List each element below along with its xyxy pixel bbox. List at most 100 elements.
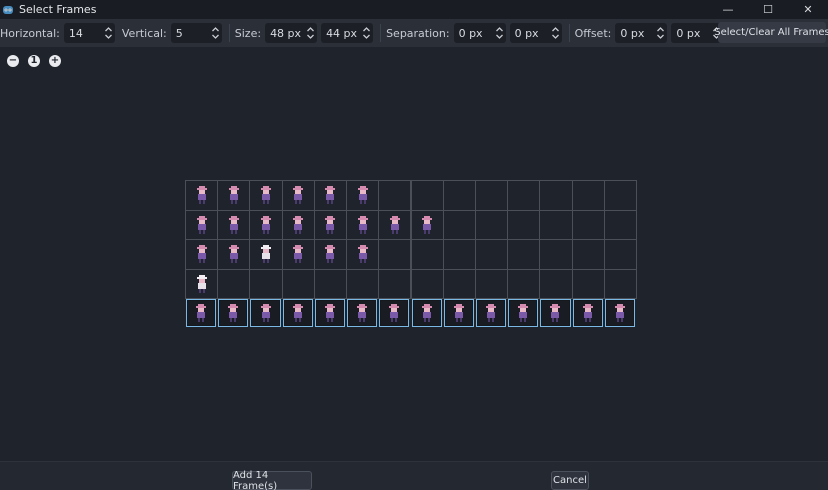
frame-cell[interactable]	[474, 180, 509, 211]
frame-cell[interactable]	[507, 180, 541, 211]
frame-cell[interactable]	[313, 239, 348, 270]
spin-arrows-icon[interactable]	[656, 25, 665, 41]
sprite-frame-image	[486, 304, 497, 323]
frame-cell[interactable]	[474, 239, 509, 270]
frame-cell[interactable]	[539, 180, 573, 211]
selected-frame-cell[interactable]	[218, 299, 249, 327]
frame-cell[interactable]	[571, 180, 605, 211]
frame-cell[interactable]	[313, 180, 348, 211]
frame-cell[interactable]	[410, 239, 444, 270]
frame-cell[interactable]	[474, 268, 509, 300]
frame-cell[interactable]	[313, 209, 348, 241]
zoom-out-icon[interactable]: −	[7, 55, 19, 67]
frame-cell[interactable]	[281, 268, 315, 300]
frame-cell[interactable]	[410, 180, 444, 211]
frame-cell[interactable]	[217, 268, 251, 300]
selected-frame-cell[interactable]	[314, 299, 346, 327]
frame-cell[interactable]	[281, 180, 315, 211]
frame-cell[interactable]	[507, 268, 541, 300]
sprite-frame-image	[228, 245, 239, 264]
selected-frame-cell[interactable]	[572, 299, 603, 327]
frame-cell[interactable]	[571, 239, 605, 270]
frame-cell[interactable]	[539, 268, 573, 300]
frame-cell[interactable]	[346, 209, 380, 241]
frame-cell[interactable]	[571, 268, 605, 300]
spin-arrows-icon[interactable]	[495, 25, 504, 41]
minimize-button[interactable]: —	[708, 0, 748, 19]
close-button[interactable]: ✕	[788, 0, 828, 19]
frame-cell[interactable]	[378, 239, 412, 270]
zoom-reset-icon[interactable]: 1	[28, 55, 40, 67]
selected-frame-cell[interactable]	[540, 299, 571, 327]
spin-arrows-icon[interactable]	[211, 25, 220, 41]
add-frames-button[interactable]: Add 14 Frame(s)	[232, 470, 312, 490]
frame-cell[interactable]	[346, 239, 380, 270]
frame-cell[interactable]	[281, 239, 315, 270]
vertical-spinbox[interactable]: 5	[170, 23, 222, 43]
selected-frame-cell[interactable]	[347, 299, 378, 327]
spin-arrows-icon[interactable]	[104, 25, 113, 41]
frame-cell[interactable]	[442, 239, 476, 270]
sprite-frame-image	[550, 304, 561, 323]
frame-cell[interactable]	[507, 239, 541, 270]
frame-cell[interactable]	[378, 268, 412, 300]
frame-cell[interactable]	[603, 268, 637, 300]
select-clear-all-frames-button[interactable]: Select/Clear All Frames	[714, 22, 828, 43]
selected-frame-cell[interactable]	[604, 299, 635, 327]
zoom-in-icon[interactable]: +	[49, 55, 61, 67]
sprite-frame-image	[421, 304, 432, 323]
frame-cell[interactable]	[217, 180, 251, 211]
separation-y-spinbox[interactable]: 0 px	[509, 23, 562, 43]
frame-cell[interactable]	[249, 239, 283, 270]
frame-cell[interactable]	[539, 209, 573, 241]
frame-cell[interactable]	[185, 268, 219, 300]
spin-arrows-icon[interactable]	[306, 25, 315, 41]
frame-cell[interactable]	[539, 239, 573, 270]
frame-cell[interactable]	[346, 180, 380, 211]
selected-frame-cell[interactable]	[475, 299, 507, 327]
frame-cell[interactable]	[346, 268, 380, 300]
maximize-button[interactable]: ☐	[748, 0, 788, 19]
close-icon: ✕	[803, 3, 813, 16]
frame-cell[interactable]	[442, 209, 476, 241]
frame-cell[interactable]	[185, 180, 219, 211]
frame-cell[interactable]	[185, 239, 219, 270]
frame-cell[interactable]	[507, 209, 541, 241]
selected-frame-cell[interactable]	[411, 299, 442, 327]
frame-cell[interactable]	[442, 180, 476, 211]
offset-x-spinbox[interactable]: 0 px	[615, 23, 668, 43]
selected-frame-cell[interactable]	[443, 299, 474, 327]
frame-cell[interactable]	[217, 209, 251, 241]
frame-cell[interactable]	[249, 180, 283, 211]
size-height-spinbox[interactable]: 44 px	[321, 23, 374, 43]
frame-cell[interactable]	[410, 268, 444, 300]
selected-frame-cell[interactable]	[250, 299, 281, 327]
size-width-spinbox[interactable]: 48 px	[265, 23, 318, 43]
spin-arrows-icon[interactable]	[551, 25, 560, 41]
frame-cell[interactable]	[603, 180, 637, 211]
frame-cell[interactable]	[474, 209, 509, 241]
frame-cell[interactable]	[571, 209, 605, 241]
frame-cell[interactable]	[442, 268, 476, 300]
horizontal-spinbox[interactable]: 14	[63, 23, 115, 43]
frame-cell[interactable]	[410, 209, 444, 241]
frame-cell[interactable]	[185, 209, 219, 241]
frame-cell[interactable]	[603, 209, 637, 241]
selected-frame-cell[interactable]	[508, 299, 539, 327]
frame-cell[interactable]	[281, 209, 315, 241]
selected-frame-cell[interactable]	[186, 299, 217, 327]
frame-cell[interactable]	[249, 268, 283, 300]
frame-cell[interactable]	[217, 239, 251, 270]
cancel-button[interactable]: Cancel	[551, 471, 589, 490]
selected-frame-cell[interactable]	[379, 299, 410, 327]
frame-cell[interactable]	[378, 180, 412, 211]
frame-cell[interactable]	[313, 268, 348, 300]
frame-cell[interactable]	[378, 209, 412, 241]
spin-arrows-icon[interactable]	[362, 25, 371, 41]
frame-cell[interactable]	[603, 239, 637, 270]
selected-frame-cell[interactable]	[282, 299, 313, 327]
frame-cell[interactable]	[249, 209, 283, 241]
sprite-frame-image	[196, 304, 207, 323]
separation-x-spinbox[interactable]: 0 px	[453, 23, 506, 43]
zoom-controls: − 1 +	[7, 55, 61, 67]
